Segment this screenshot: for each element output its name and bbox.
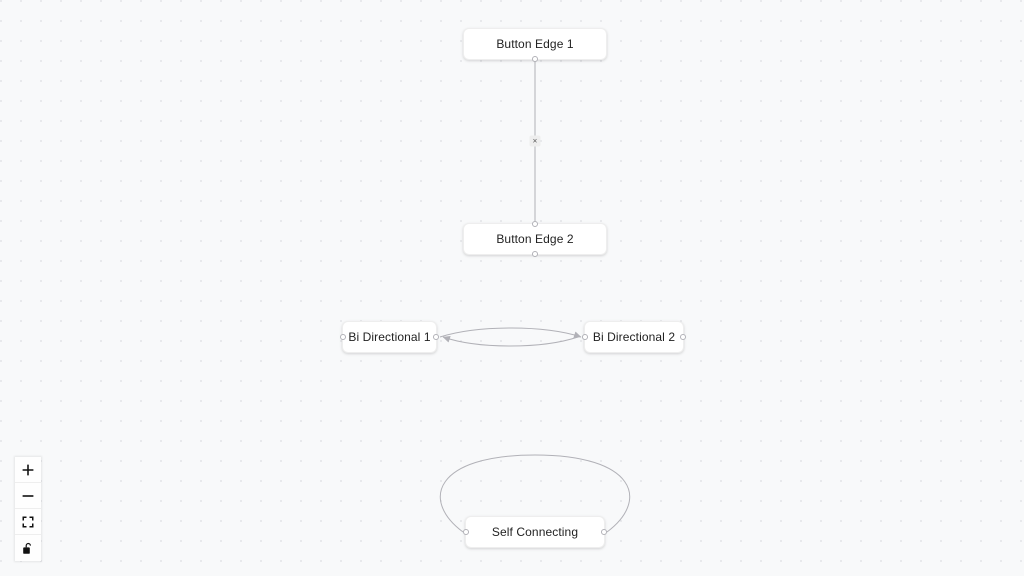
node-button-edge-1[interactable]: Button Edge 1 xyxy=(463,28,607,62)
flow-controls xyxy=(15,457,41,561)
edge-layer xyxy=(439,60,631,533)
minus-icon xyxy=(22,490,34,502)
fit-view-icon xyxy=(22,516,34,528)
node-bi-directional-2[interactable]: Bi Directional 2 xyxy=(582,321,686,353)
node-bi-directional-1[interactable]: Bi Directional 1 xyxy=(340,321,439,353)
node-button-edge-2[interactable]: Button Edge 2 xyxy=(463,221,607,257)
react-flow-canvas[interactable]: Button Edge 1 Button Edge 2 Bi Direction… xyxy=(0,0,1024,576)
node-label: Self Connecting xyxy=(491,525,579,539)
handle-source-bottom[interactable] xyxy=(532,56,538,62)
handle-target-left[interactable] xyxy=(582,334,588,340)
handle-target-top[interactable] xyxy=(532,221,538,227)
fit-view-button[interactable] xyxy=(15,509,41,535)
node-label: Bi Directional 2 xyxy=(592,330,676,344)
lock-button[interactable] xyxy=(15,535,41,561)
node-label: Button Edge 2 xyxy=(496,232,574,246)
handle-source-right[interactable] xyxy=(601,529,607,535)
unlock-icon xyxy=(22,542,34,555)
handle-target-left[interactable] xyxy=(463,529,469,535)
edge-bidirectional-bottom[interactable] xyxy=(442,336,579,347)
plus-icon xyxy=(22,464,34,476)
handle-source-bottom[interactable] xyxy=(532,251,538,257)
handle-target-left[interactable] xyxy=(340,334,346,340)
node-label: Button Edge 1 xyxy=(496,37,574,51)
edge-bidirectional-top[interactable] xyxy=(439,327,582,338)
handle-source-right[interactable] xyxy=(680,334,686,340)
delete-edge-button[interactable]: × xyxy=(529,135,541,147)
handle-source-right[interactable] xyxy=(433,334,439,340)
edge-button-wrapper: × xyxy=(529,135,541,147)
zoom-in-button[interactable] xyxy=(15,457,41,483)
node-label: Bi Directional 1 xyxy=(348,330,431,344)
zoom-out-button[interactable] xyxy=(15,483,41,509)
node-self-connecting[interactable]: Self Connecting xyxy=(463,516,607,548)
